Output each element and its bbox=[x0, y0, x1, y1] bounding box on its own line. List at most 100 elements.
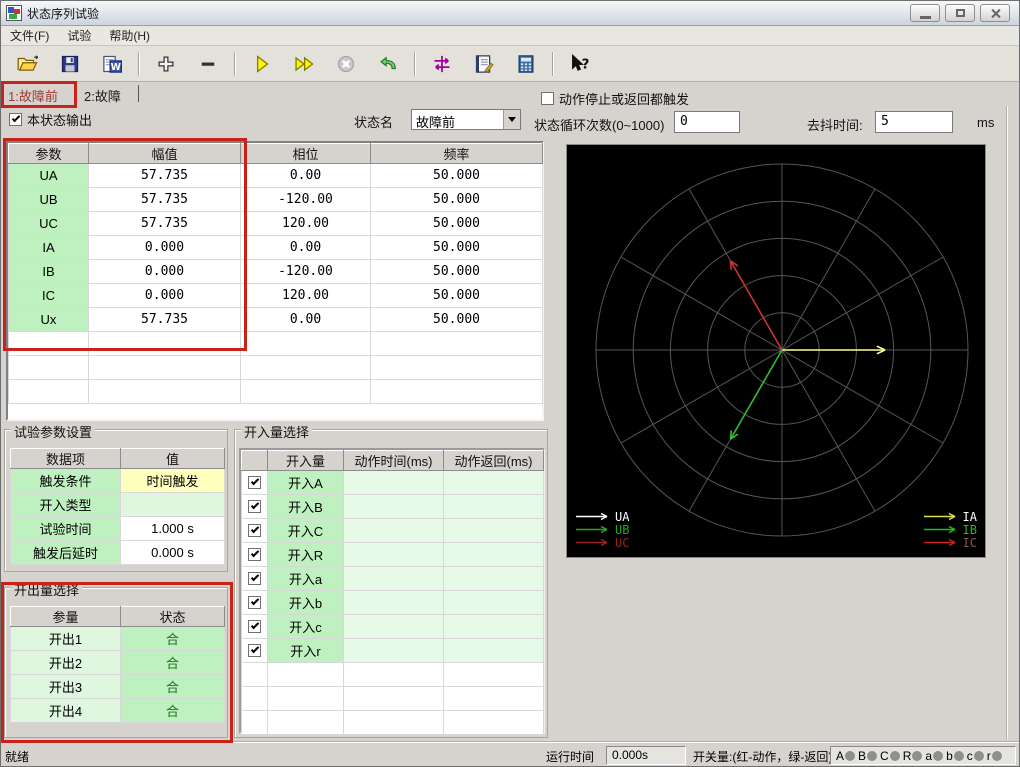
param-value-cell[interactable]: 0.000 bbox=[88, 283, 241, 308]
help-button[interactable]: ? bbox=[559, 49, 601, 79]
param-value-cell[interactable]: 0.000 bbox=[88, 235, 241, 260]
switch-dot-icon bbox=[973, 750, 984, 761]
param-name-cell: UA bbox=[8, 163, 89, 188]
legend-row: UC bbox=[575, 536, 629, 550]
param-value-cell[interactable]: 50.000 bbox=[370, 307, 543, 332]
run-all-button[interactable] bbox=[283, 49, 325, 79]
param-value-cell[interactable]: 50.000 bbox=[370, 283, 543, 308]
output-state-cell[interactable]: 合 bbox=[120, 674, 225, 699]
param-name-cell: UC bbox=[8, 211, 89, 236]
stop-button[interactable] bbox=[325, 49, 367, 79]
param-value-cell[interactable]: 120.00 bbox=[240, 211, 371, 236]
param-row: UA 57.735 0.00 50.000 bbox=[8, 163, 543, 188]
app-window: 状态序列试验 文件(F) 试验 帮助(H) W ? 1:故障前 2:故障 本状态… bbox=[0, 0, 1020, 767]
test-param-value[interactable]: 时间触发 bbox=[120, 468, 225, 493]
remove-state-button[interactable] bbox=[187, 49, 229, 79]
param-value-cell[interactable]: 0.00 bbox=[240, 235, 371, 260]
input-select-group: 开入量选择 开入量 动作时间(ms) 动作返回(ms) 开入A 开入B 开入C 开入R 开入a… bbox=[234, 422, 548, 738]
input-row: 开入B bbox=[241, 494, 544, 519]
param-value-cell[interactable]: 57.735 bbox=[88, 307, 241, 332]
param-name-cell: IA bbox=[8, 235, 89, 260]
param-value-cell[interactable]: -120.00 bbox=[240, 259, 371, 284]
param-value-cell[interactable]: 50.000 bbox=[370, 211, 543, 236]
minimize-icon bbox=[919, 15, 931, 19]
tab-state-2[interactable]: 2:故障 bbox=[84, 86, 121, 105]
state-name-dropdown[interactable]: 故障前 bbox=[411, 109, 521, 130]
param-value-cell[interactable]: 50.000 bbox=[370, 259, 543, 284]
output-state-cell[interactable]: 合 bbox=[120, 650, 225, 675]
output-state-cell[interactable]: 合 bbox=[120, 626, 225, 651]
close-button[interactable] bbox=[980, 4, 1010, 22]
trigger-mode-checkbox[interactable]: 动作停止或返回都触发 bbox=[541, 89, 689, 108]
input-checkbox-cell[interactable] bbox=[241, 590, 268, 615]
open-button[interactable] bbox=[7, 49, 49, 79]
empty-cell bbox=[240, 355, 371, 380]
undo-icon bbox=[380, 55, 396, 69]
toolbar-separator bbox=[414, 51, 416, 76]
test-param-value[interactable]: 1.000 s bbox=[120, 516, 225, 541]
empty-cell bbox=[267, 686, 344, 711]
empty-cell bbox=[443, 710, 544, 735]
input-checkbox-cell[interactable] bbox=[241, 494, 268, 519]
sync-settings-button[interactable] bbox=[421, 49, 463, 79]
loop-count-input[interactable]: 0 bbox=[674, 111, 740, 133]
action-time-cell bbox=[343, 590, 444, 615]
open-icon bbox=[17, 54, 39, 71]
add-state-button[interactable] bbox=[145, 49, 187, 79]
param-value-cell[interactable]: 57.735 bbox=[88, 211, 241, 236]
input-checkbox-cell[interactable] bbox=[241, 614, 268, 639]
param-value-cell[interactable]: 50.000 bbox=[370, 163, 543, 188]
switch-dot-icon bbox=[889, 750, 900, 761]
svg-text:?: ? bbox=[582, 57, 590, 72]
state-output-checkbox[interactable]: 本状态输出 bbox=[9, 110, 92, 129]
menu-test[interactable]: 试验 bbox=[58, 25, 100, 46]
param-value-cell[interactable]: 50.000 bbox=[370, 235, 543, 260]
input-name-cell: 开入a bbox=[267, 566, 344, 591]
restore-button[interactable] bbox=[945, 4, 975, 22]
param-value-cell[interactable]: 57.735 bbox=[88, 163, 241, 188]
action-time-cell bbox=[343, 494, 444, 519]
empty-row bbox=[8, 331, 543, 356]
save-button[interactable] bbox=[49, 49, 91, 79]
debounce-input[interactable]: 5 bbox=[875, 111, 953, 133]
export-word-button[interactable]: W bbox=[91, 49, 133, 79]
title-bar: 状态序列试验 bbox=[1, 1, 1019, 26]
action-time-cell bbox=[343, 566, 444, 591]
input-checkbox-cell[interactable] bbox=[241, 542, 268, 567]
input-checkbox-cell[interactable] bbox=[241, 638, 268, 663]
empty-cell bbox=[443, 662, 544, 687]
run-button[interactable] bbox=[241, 49, 283, 79]
param-value-cell[interactable]: 0.00 bbox=[240, 163, 371, 188]
param-value-cell[interactable]: 0.00 bbox=[240, 307, 371, 332]
debounce-unit: ms bbox=[977, 115, 995, 130]
column-header: 数据项 bbox=[10, 448, 121, 469]
test-params-title: 试验参数设置 bbox=[11, 422, 96, 441]
phasor-diagram: UA UB UC IA IB IC bbox=[566, 144, 986, 558]
menu-file[interactable]: 文件(F) bbox=[1, 25, 58, 46]
empty-cell bbox=[343, 686, 444, 711]
param-value-cell[interactable]: 0.000 bbox=[88, 259, 241, 284]
output-name-cell: 开出1 bbox=[10, 626, 121, 651]
tab-state-1[interactable]: 1:故障前 bbox=[8, 86, 58, 105]
test-param-value[interactable] bbox=[120, 492, 225, 517]
test-param-value[interactable]: 0.000 s bbox=[120, 540, 225, 565]
undo-button[interactable] bbox=[367, 49, 409, 79]
param-row: Ux 57.735 0.00 50.000 bbox=[8, 307, 543, 332]
right-edge-groove bbox=[1006, 106, 1008, 739]
input-row: 开入c bbox=[241, 614, 544, 639]
output-state-cell[interactable]: 合 bbox=[120, 698, 225, 723]
report-button[interactable] bbox=[463, 49, 505, 79]
param-value-cell[interactable]: -120.00 bbox=[240, 187, 371, 212]
minimize-button[interactable] bbox=[910, 4, 940, 22]
param-value-cell[interactable]: 120.00 bbox=[240, 283, 371, 308]
state-name-label: 状态名 bbox=[354, 115, 394, 130]
empty-cell bbox=[241, 662, 268, 687]
input-checkbox-cell[interactable] bbox=[241, 470, 268, 495]
input-checkbox-cell[interactable] bbox=[241, 518, 268, 543]
input-checkbox-cell[interactable] bbox=[241, 566, 268, 591]
dropdown-button[interactable] bbox=[503, 110, 520, 129]
menu-help[interactable]: 帮助(H) bbox=[100, 25, 159, 46]
calculator-button[interactable] bbox=[505, 49, 547, 79]
param-value-cell[interactable]: 57.735 bbox=[88, 187, 241, 212]
param-value-cell[interactable]: 50.000 bbox=[370, 187, 543, 212]
